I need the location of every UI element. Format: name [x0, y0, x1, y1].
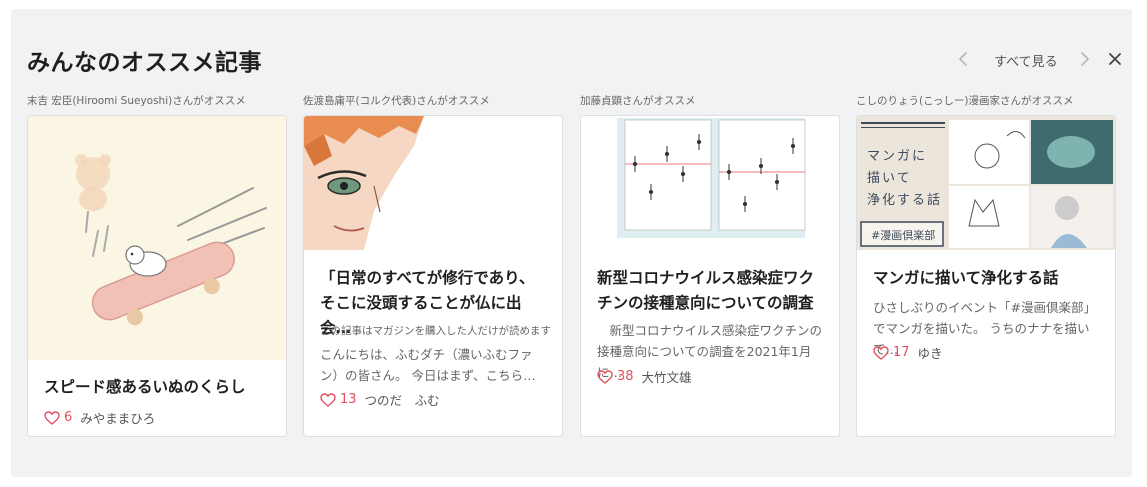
article-column: 末吉 宏臣(Hiroomi Sueyoshi)さんがオススメ スピード感あるいぬ…	[27, 93, 287, 437]
thumb-text-line: マンガに	[867, 149, 927, 164]
like-count: 13	[340, 392, 357, 407]
author-name[interactable]: ゆき	[918, 346, 943, 361]
recommender-label: 佐渡島庸平(コルク代表)さんがオススメ	[303, 95, 490, 107]
chevron-left-icon	[959, 52, 967, 66]
recommender-label: 末吉 宏臣(Hiroomi Sueyoshi)さんがオススメ	[27, 95, 246, 107]
heart-icon[interactable]	[44, 410, 60, 426]
recommender-label: 加藤貞顕さんがオススメ	[580, 95, 696, 107]
article-card[interactable]: マンガに 描いて 浄化する話 #漫画倶楽部 マンガに描いて浄化する話 ひさしぶり…	[856, 115, 1116, 437]
article-excerpt: こんにちは、ふむダチ（濃いふむファン）の皆さん。 今日はまず、こちら…	[320, 347, 536, 383]
thumb-text-line: 描いて	[867, 171, 912, 186]
like-count: 38	[617, 369, 634, 384]
article-card[interactable]: 「日常のすべてが修行であり、そこに没頭することが仏に出会… この記事はマガジンを…	[303, 115, 563, 437]
author-name[interactable]: 大竹文雄	[642, 370, 692, 385]
author-name[interactable]: みやままひろ	[80, 411, 155, 426]
article-thumbnail: マンガに 描いて 浄化する話 #漫画倶楽部	[857, 116, 1115, 250]
chevron-right-icon	[1081, 52, 1089, 66]
see-all-link[interactable]: すべて見る	[994, 51, 1058, 70]
recommended-articles-panel: みんなのオススメ記事 すべて見る 末吉 宏臣(Hiroomi Sueyoshi)…	[11, 9, 1132, 477]
article-title: 新型コロナウイルス感染症ワクチンの接種意向についての調査	[597, 269, 815, 312]
heart-icon[interactable]	[597, 369, 613, 385]
article-thumbnail	[28, 116, 286, 360]
article-column: こしのりょう(こっしー)漫画家さんがオススメ マンガに 描いて 浄化する話 #漫…	[856, 93, 1116, 437]
article-meta: 6 みやままひろ	[44, 408, 155, 426]
article-meta: 17 ゆき	[873, 343, 943, 361]
article-column: 加藤貞顕さんがオススメ 新型コロナウイルス感染症ワクチンの接種意向についての調査…	[580, 93, 840, 437]
dog-skateboard-illustration	[28, 116, 286, 360]
author-name[interactable]: つのだ ふむ	[365, 393, 440, 408]
like-count: 6	[64, 410, 73, 425]
article-meta: 13 つのだ ふむ	[320, 390, 440, 408]
article-meta: 38 大竹文雄	[597, 367, 692, 385]
thumb-tag: #漫画倶楽部	[871, 228, 935, 242]
article-title: マンガに描いて浄化する話	[873, 269, 1059, 287]
prev-button[interactable]	[952, 47, 976, 71]
survey-chart-image	[581, 116, 839, 250]
heart-icon[interactable]	[320, 392, 336, 408]
article-column: 佐渡島庸平(コルク代表)さんがオススメ 「日常のすべてが修行であり、そこに没頭す…	[303, 93, 563, 437]
next-button[interactable]	[1072, 47, 1096, 71]
like-count: 17	[893, 345, 910, 360]
article-card[interactable]: 新型コロナウイルス感染症ワクチンの接種意向についての調査 新型コロナウイルス感染…	[580, 115, 840, 437]
article-thumbnail	[581, 116, 839, 250]
section-title: みんなのオススメ記事	[27, 50, 262, 76]
close-button[interactable]	[1103, 47, 1127, 71]
recommender-label: こしのりょう(こっしー)漫画家さんがオススメ	[856, 95, 1074, 107]
manga-collage-image: マンガに 描いて 浄化する話 #漫画倶楽部	[857, 116, 1115, 250]
article-thumbnail	[304, 116, 562, 250]
heart-icon[interactable]	[873, 345, 889, 361]
thumb-text-line: 浄化する話	[867, 192, 942, 208]
paid-notice: この記事はマガジンを購入した人だけが読めます	[320, 325, 551, 337]
carousel-nav: すべて見る	[872, 47, 1132, 71]
manga-face-illustration	[304, 116, 562, 250]
article-title: スピード感あるいぬのくらし	[44, 378, 246, 396]
article-card[interactable]: スピード感あるいぬのくらし 6 みやままひろ	[27, 115, 287, 437]
close-icon	[1109, 53, 1121, 65]
